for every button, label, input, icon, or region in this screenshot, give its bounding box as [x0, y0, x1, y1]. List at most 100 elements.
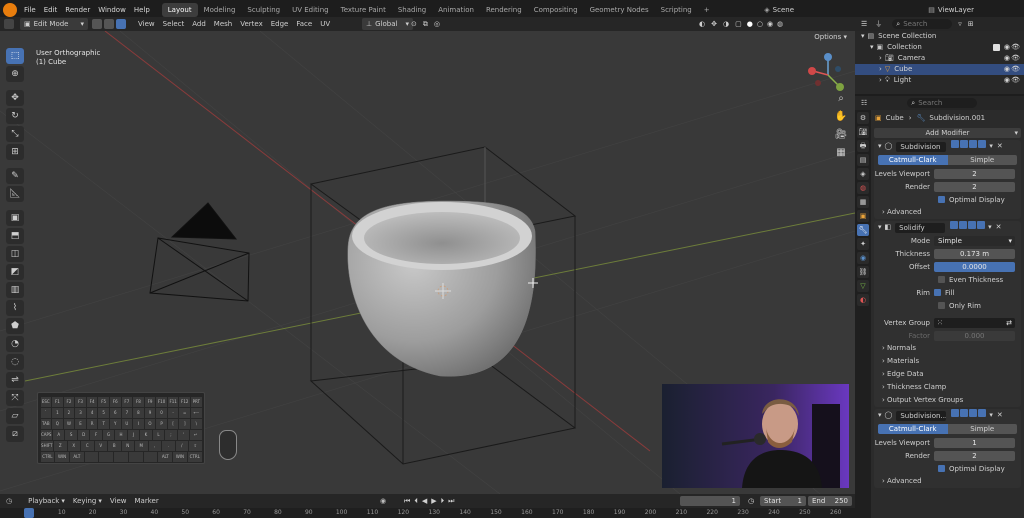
render-camera-icon[interactable]: ◉ [1004, 53, 1010, 64]
play-icon[interactable]: ▶ [431, 497, 436, 505]
shading-solid-icon[interactable]: ● [747, 20, 753, 28]
snap-icon[interactable]: ⧉ [423, 20, 428, 29]
tab-sculpting[interactable]: Sculpting [241, 3, 286, 17]
subpanel-normals[interactable]: › Normals [874, 342, 1021, 355]
modifier-toggles[interactable] [950, 409, 987, 422]
data-tab-icon[interactable]: ▽ [857, 280, 869, 292]
shear-tool-icon[interactable]: ▱ [6, 408, 24, 424]
mode-dropdown[interactable]: ▣ Edit Mode ▾ [20, 18, 88, 30]
subpanel-materials[interactable]: › Materials [874, 355, 1021, 368]
collapse-chevron-icon[interactable]: ▾ [878, 221, 882, 234]
current-frame-field[interactable]: 1 [680, 496, 740, 506]
shading-render-icon[interactable]: ◍ [777, 20, 783, 28]
transform-tool-icon[interactable]: ⊞ [6, 144, 24, 160]
modifier-toggles[interactable] [949, 221, 986, 234]
simple-option[interactable]: Simple [947, 424, 1017, 434]
timeline-menu-view[interactable]: View [106, 495, 131, 507]
viewport-menu-face[interactable]: Face [292, 18, 316, 30]
viewport-menu-select[interactable]: Select [159, 18, 189, 30]
expand-chevron-icon[interactable]: › [879, 76, 882, 84]
subpanel-edge-data[interactable]: › Edge Data [874, 368, 1021, 381]
annotate-tool-icon[interactable]: ✎ [6, 168, 24, 184]
scene-selector[interactable]: ◈ Scene [764, 6, 794, 14]
close-icon[interactable]: ✕ [996, 221, 1002, 234]
smooth-tool-icon[interactable]: ◌ [6, 354, 24, 370]
add-cube-tool-icon[interactable]: ▣ [6, 210, 24, 226]
modifier-name-field[interactable]: Subdivision.... [896, 410, 947, 421]
outliner-search[interactable]: ⌕ Search [892, 19, 953, 29]
tab-animation[interactable]: Animation [432, 3, 480, 17]
vertex-select-icon[interactable] [92, 19, 102, 29]
prev-key-icon[interactable]: ⏴ [414, 497, 418, 506]
keyframe-record-icon[interactable]: ◉ [380, 497, 386, 505]
blender-logo-icon[interactable] [3, 3, 17, 17]
tab-texture-paint[interactable]: Texture Paint [335, 3, 392, 17]
end-frame-field[interactable]: End 250 [808, 496, 852, 506]
outliner-item-cube[interactable]: › ▽ Cube 👁︎ ◉ [855, 64, 1024, 75]
close-icon[interactable]: ✕ [997, 140, 1003, 153]
catmull-clark-option[interactable]: Catmull-Clark [878, 424, 948, 434]
simple-option[interactable]: Simple [947, 155, 1017, 165]
invert-icon[interactable]: ⇄ [1006, 318, 1012, 328]
visibility-eye-icon[interactable]: 👁︎ [1011, 64, 1020, 75]
modifier-tab-icon[interactable]: 🔧︎ [857, 224, 869, 236]
particles-tab-icon[interactable]: ✦ [857, 238, 869, 250]
measure-tool-icon[interactable]: 📐︎ [6, 186, 24, 202]
zoom-icon[interactable]: ⌕ [834, 93, 848, 111]
tab-uv-editing[interactable]: UV Editing [286, 3, 335, 17]
expand-chevron-icon[interactable]: ▾ [870, 43, 874, 51]
filter-funnel-icon[interactable]: ▿ [958, 20, 962, 28]
outliner-item-collection[interactable]: ▾ ▣ Collection 👁︎ ◉ [855, 42, 1024, 53]
thickness-field[interactable]: 0.173 m [934, 248, 1015, 259]
inset-tool-icon[interactable]: ◫ [6, 246, 24, 262]
tab-rendering[interactable]: Rendering [480, 3, 528, 17]
tab-scripting[interactable]: Scripting [655, 3, 698, 17]
camera-view-icon[interactable]: 🎥︎ [834, 129, 848, 147]
expand-chevron-icon[interactable]: › [879, 65, 882, 73]
timeline-ruler[interactable]: 1102030405060708090100110120130140150160… [0, 508, 855, 518]
chevron-down-icon[interactable]: ▾ [989, 409, 993, 422]
shading-material-icon[interactable]: ◉ [767, 20, 773, 28]
optimal-display-checkbox[interactable] [938, 465, 945, 472]
cursor-tool-icon[interactable]: ⊕ [6, 66, 24, 82]
shrink-fatten-tool-icon[interactable]: ⤧ [6, 390, 24, 406]
scale-tool-icon[interactable]: ⤡ [6, 126, 24, 142]
viewport-menu-mesh[interactable]: Mesh [210, 18, 236, 30]
factor-field[interactable]: 0.000 [934, 330, 1015, 341]
xray-icon[interactable]: ▢ [735, 20, 742, 28]
outliner-item-scene-collection[interactable]: ▾ ▤ Scene Collection [855, 31, 1024, 42]
hand-icon[interactable]: ✋ [834, 111, 848, 129]
properties-editor-icon[interactable]: ☷ [861, 99, 867, 107]
collapse-chevron-icon[interactable]: ▾ [878, 140, 882, 153]
levels-viewport-field[interactable]: 2 [934, 168, 1015, 179]
render-camera-icon[interactable]: ◉ [1004, 42, 1010, 53]
viewport-menu-edge[interactable]: Edge [267, 18, 293, 30]
editor-type-icon[interactable] [4, 19, 14, 29]
extrude-tool-icon[interactable]: ⬒ [6, 228, 24, 244]
grid-view-icon[interactable]: ▦ [834, 147, 848, 165]
expand-chevron-icon[interactable]: › [879, 54, 882, 62]
scene-tab-icon[interactable]: ◈ [857, 168, 869, 180]
next-key-icon[interactable]: ⏵ [441, 497, 445, 506]
bevel-tool-icon[interactable]: ◩ [6, 264, 24, 280]
render-camera-icon[interactable]: ◉ [1004, 75, 1010, 86]
visibility-eye-icon[interactable]: 👁︎ [1011, 75, 1020, 86]
advanced-subpanel[interactable]: › Advanced [874, 206, 1021, 219]
visibility-icon[interactable]: ◐ [699, 20, 705, 28]
new-collection-icon[interactable]: ⊞ [968, 20, 974, 28]
render-tab-icon[interactable]: 📷︎ [857, 126, 869, 138]
material-tab-icon[interactable]: ◐ [857, 294, 869, 306]
orientation-dropdown[interactable]: ⊥ Global ▾ [362, 18, 413, 30]
tab-layout[interactable]: Layout [161, 3, 198, 17]
chevron-down-icon[interactable]: ▾ [989, 140, 993, 153]
close-icon[interactable]: ✕ [997, 409, 1003, 422]
tab-shading[interactable]: Shading [392, 3, 432, 17]
shading-wire-icon[interactable]: ○ [757, 20, 763, 28]
pivot-icon[interactable]: ⊙ [411, 20, 417, 28]
outliner-item-light[interactable]: › 💡︎ Light 👁︎ ◉ [855, 75, 1024, 86]
tool-tab-icon[interactable]: ⚙ [857, 112, 869, 124]
jump-start-icon[interactable]: ⏮ [404, 497, 410, 506]
physics-tab-icon[interactable]: ◉ [857, 252, 869, 264]
jump-end-icon[interactable]: ⏭ [448, 497, 454, 506]
chevron-down-icon[interactable]: ▾ [988, 221, 992, 234]
